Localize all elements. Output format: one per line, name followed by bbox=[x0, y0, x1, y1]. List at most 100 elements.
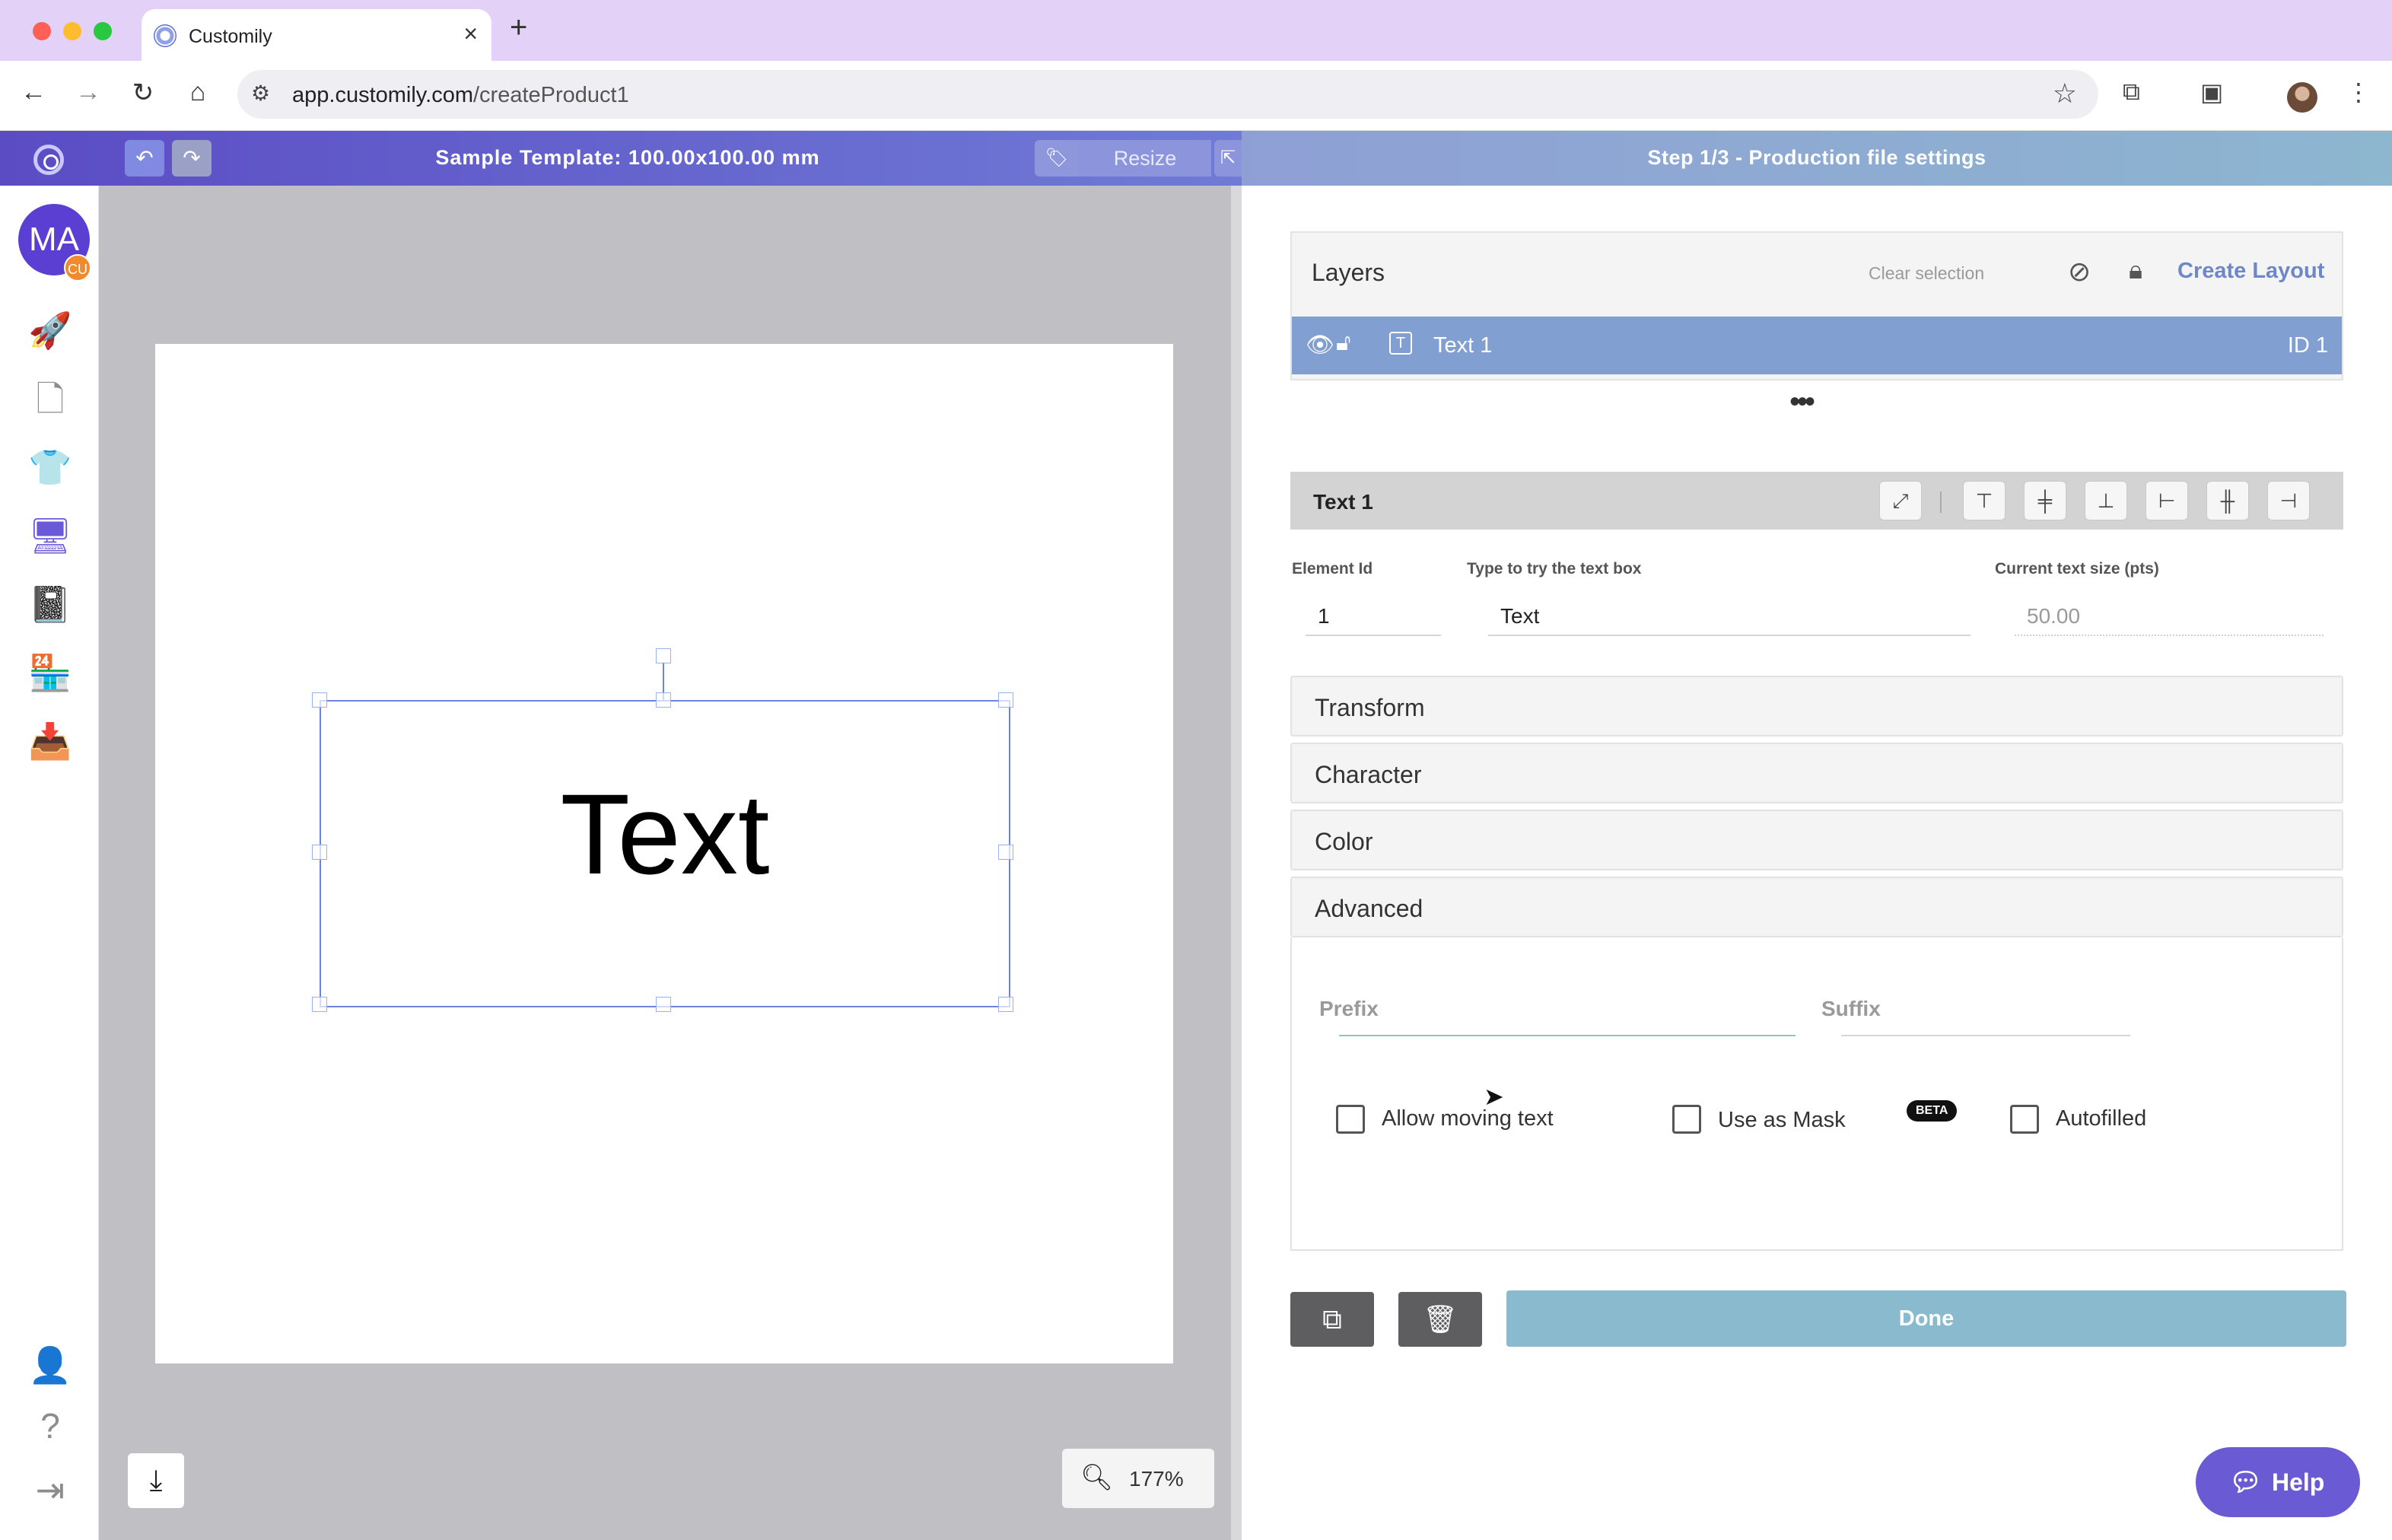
tab-close-icon[interactable]: × bbox=[463, 20, 478, 48]
prefix-input[interactable]: Prefix bbox=[1319, 997, 1379, 1021]
rotate-handle[interactable] bbox=[656, 648, 671, 663]
create-layout-button[interactable]: Create Layout bbox=[2177, 259, 2324, 284]
fit-to-canvas-icon[interactable]: ⤢ bbox=[1879, 481, 1922, 520]
layer-row[interactable]: 👁︎ 🔓︎ T Text 1 ID 1 bbox=[1292, 317, 2342, 374]
document-icon[interactable]: 🗋 bbox=[27, 376, 73, 422]
text-layer-type-icon: T bbox=[1389, 332, 1412, 355]
resize-handle-tr[interactable] bbox=[998, 692, 1013, 708]
align-top-icon[interactable]: ⊤ bbox=[1963, 481, 2006, 520]
user-settings-icon[interactable]: 👤 bbox=[27, 1342, 73, 1388]
layers-header: Layers Clear selection ⊘ 🔒︎ Create Layou… bbox=[1292, 233, 2342, 312]
close-window-button[interactable] bbox=[33, 22, 51, 40]
reload-icon[interactable]: ↻ bbox=[125, 78, 161, 108]
zoom-value: 177% bbox=[1129, 1467, 1184, 1491]
canvas-scrollbar[interactable] bbox=[1231, 186, 1242, 1540]
help-label: Help bbox=[2272, 1468, 2325, 1496]
use-as-mask-checkbox[interactable] bbox=[1672, 1105, 1701, 1134]
hide-all-eye-off-icon[interactable]: ⊘ bbox=[2068, 256, 2091, 288]
align-center-icon[interactable]: ╫ bbox=[2206, 481, 2249, 520]
element-title: Text 1 bbox=[1313, 490, 1373, 514]
editor-header: ↶ ↷ Sample Template: 100.00x100.00 mm 🏷 … bbox=[0, 131, 1242, 186]
align-left-icon[interactable]: ⊢ bbox=[2145, 481, 2188, 520]
mouse-cursor-icon: ➤ bbox=[1484, 1083, 1504, 1110]
left-sidebar: MA CU 🚀 🗋 👕 🖥 📓 🏪 📥 👤 ? ⇥ bbox=[0, 186, 99, 1540]
align-right-icon[interactable]: ⊣ bbox=[2267, 481, 2310, 520]
minimize-window-button[interactable] bbox=[63, 22, 81, 40]
color-title: Color bbox=[1315, 828, 1373, 855]
new-tab-icon[interactable]: + bbox=[510, 11, 527, 45]
browser-menu-icon[interactable]: ⋮ bbox=[2346, 78, 2371, 107]
canvas-text-element[interactable]: Text bbox=[320, 768, 1010, 900]
align-middle-icon[interactable]: ╪ bbox=[2024, 481, 2066, 520]
rocket-icon[interactable]: 🚀 bbox=[27, 307, 73, 353]
tshirt-icon[interactable]: 👕 bbox=[27, 444, 73, 490]
book-icon[interactable]: 📓 bbox=[27, 581, 73, 627]
transform-title: Transform bbox=[1315, 694, 1425, 721]
home-icon[interactable]: ⌂ bbox=[180, 78, 216, 107]
inbox-icon[interactable]: 📥 bbox=[27, 718, 73, 764]
resize-button[interactable]: Resize bbox=[1079, 140, 1211, 177]
element-toolbar: Text 1 ⤢ ⊤ ╪ ⊥ ⊢ ╫ ⊣ bbox=[1290, 472, 2343, 530]
transform-section[interactable]: Transform bbox=[1290, 676, 2343, 737]
toolbar-divider bbox=[1940, 492, 1942, 513]
help-circle-icon[interactable]: ? bbox=[27, 1403, 73, 1449]
account-badge: CU bbox=[64, 254, 91, 282]
align-bottom-icon[interactable]: ⊥ bbox=[2085, 481, 2127, 520]
character-section[interactable]: Character bbox=[1290, 743, 2343, 803]
tag-icon[interactable]: 🏷 bbox=[1035, 140, 1079, 177]
cast-icon[interactable]: ▣ bbox=[2200, 78, 2223, 107]
text-size-label: Current text size (pts) bbox=[1995, 560, 2159, 578]
resize-handle-bl[interactable] bbox=[312, 997, 327, 1012]
suffix-underline bbox=[1841, 1035, 2130, 1036]
trash-icon[interactable]: 🗑 bbox=[1398, 1292, 1482, 1347]
bookmark-star-icon[interactable]: ☆ bbox=[2053, 78, 2077, 110]
try-text-input[interactable]: Text bbox=[1488, 595, 1971, 636]
logout-icon[interactable]: ⇥ bbox=[27, 1467, 73, 1513]
use-as-mask-label[interactable]: Use as Mask bbox=[1718, 1108, 1846, 1133]
forward-icon[interactable]: → bbox=[70, 78, 107, 107]
resize-handle-t[interactable] bbox=[656, 692, 671, 708]
resize-handle-b[interactable] bbox=[656, 997, 671, 1012]
browser-tab[interactable]: Customily × bbox=[142, 9, 491, 61]
resize-handle-tl[interactable] bbox=[312, 692, 327, 708]
element-id-label: Element Id bbox=[1292, 560, 1373, 578]
address-url[interactable]: app.customily.com/createProduct1 bbox=[292, 83, 629, 108]
character-title: Character bbox=[1315, 761, 1422, 788]
done-button[interactable]: Done bbox=[1506, 1290, 2346, 1347]
drag-handle-icon[interactable]: ••• bbox=[1789, 385, 1815, 419]
advanced-section[interactable]: Advanced bbox=[1290, 877, 2343, 937]
design-monitor-icon[interactable]: 🖥 bbox=[27, 513, 73, 558]
unlock-icon[interactable]: 🔓︎ bbox=[1336, 330, 1350, 356]
download-icon[interactable]: ⤓ bbox=[128, 1453, 184, 1508]
zoom-search-icon[interactable]: 🔍︎ bbox=[1080, 1462, 1113, 1493]
autofilled-label[interactable]: Autofilled bbox=[2056, 1106, 2146, 1131]
step-header: Step 1/3 - Production file settings bbox=[1242, 131, 2392, 186]
browser-tab-bar: Customily × + bbox=[0, 0, 2392, 61]
external-link-icon[interactable]: ⇱ bbox=[1214, 140, 1242, 177]
suffix-input[interactable]: Suffix bbox=[1821, 997, 1881, 1021]
allow-moving-text-label[interactable]: Allow moving text bbox=[1382, 1106, 1554, 1131]
site-settings-icon[interactable]: ⚙ bbox=[251, 81, 270, 106]
zoom-control[interactable]: 🔍︎ 177% bbox=[1062, 1449, 1214, 1508]
layers-title: Layers bbox=[1312, 259, 1385, 286]
autofilled-checkbox[interactable] bbox=[2010, 1105, 2039, 1134]
color-section[interactable]: Color bbox=[1290, 810, 2343, 870]
store-icon[interactable]: 🏪 bbox=[27, 650, 73, 695]
allow-moving-text-checkbox[interactable] bbox=[1336, 1105, 1365, 1134]
duplicate-icon[interactable]: ⧉ bbox=[1290, 1292, 1374, 1347]
help-button[interactable]: 💬︎ Help bbox=[2196, 1447, 2360, 1517]
address-bar[interactable]: ⚙ app.customily.com/createProduct1 ☆ bbox=[237, 70, 2098, 119]
layer-name: Text 1 bbox=[1433, 333, 1493, 358]
lock-icon[interactable]: 🔒︎ bbox=[2129, 256, 2142, 285]
visibility-eye-icon[interactable]: 👁︎ bbox=[1306, 332, 1334, 358]
extensions-icon[interactable]: ⧉ bbox=[2123, 78, 2140, 107]
maximize-window-button[interactable] bbox=[94, 22, 112, 40]
chat-bubble-icon: 💬︎ bbox=[2229, 1468, 2263, 1497]
advanced-body: Prefix Suffix Allow moving text Use as M… bbox=[1290, 937, 2343, 1251]
back-icon[interactable]: ← bbox=[15, 78, 52, 107]
element-id-input[interactable]: 1 bbox=[1306, 595, 1441, 636]
advanced-title: Advanced bbox=[1315, 895, 1423, 922]
profile-avatar[interactable] bbox=[2287, 82, 2317, 113]
resize-handle-br[interactable] bbox=[998, 997, 1013, 1012]
clear-selection-link[interactable]: Clear selection bbox=[1869, 263, 1984, 284]
